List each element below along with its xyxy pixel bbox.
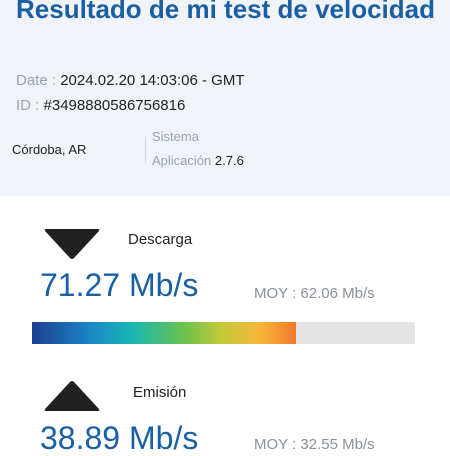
id-row: ID : #3498880586756816 (16, 97, 185, 114)
id-value: #3498880586756816 (43, 97, 186, 114)
app-label: Aplicación (152, 153, 212, 168)
upload-average: MOY : 32.55 Mb/s (254, 436, 375, 453)
download-progress-fill (32, 322, 297, 344)
upload-speed-value: 38.89 Mb/s (40, 420, 199, 456)
date-label: Date : (16, 72, 57, 89)
page-title: Resultado de mi test de velocidad (16, 0, 435, 24)
system-label: Sistema (152, 129, 199, 144)
download-arrow-icon (42, 227, 102, 261)
download-progress-bar (32, 322, 415, 344)
upload-arrow-icon (42, 379, 102, 413)
result-header: Resultado de mi test de velocidad Date :… (0, 0, 450, 196)
date-row: Date : 2024.02.20 14:03:06 - GMT (16, 72, 245, 89)
download-label: Descarga (128, 231, 193, 248)
location-text: Córdoba, AR (12, 142, 87, 157)
download-average: MOY : 62.06 Mb/s (254, 285, 375, 302)
upload-label: Emisión (133, 384, 187, 401)
app-version: 2.7.6 (214, 153, 244, 168)
date-value: 2024.02.20 14:03:06 - GMT (60, 72, 245, 89)
id-label: ID : (16, 97, 40, 114)
app-version-row: Aplicación 2.7.6 (152, 153, 244, 168)
vertical-divider (145, 137, 146, 163)
download-speed-value: 71.27 Mb/s (40, 267, 199, 303)
